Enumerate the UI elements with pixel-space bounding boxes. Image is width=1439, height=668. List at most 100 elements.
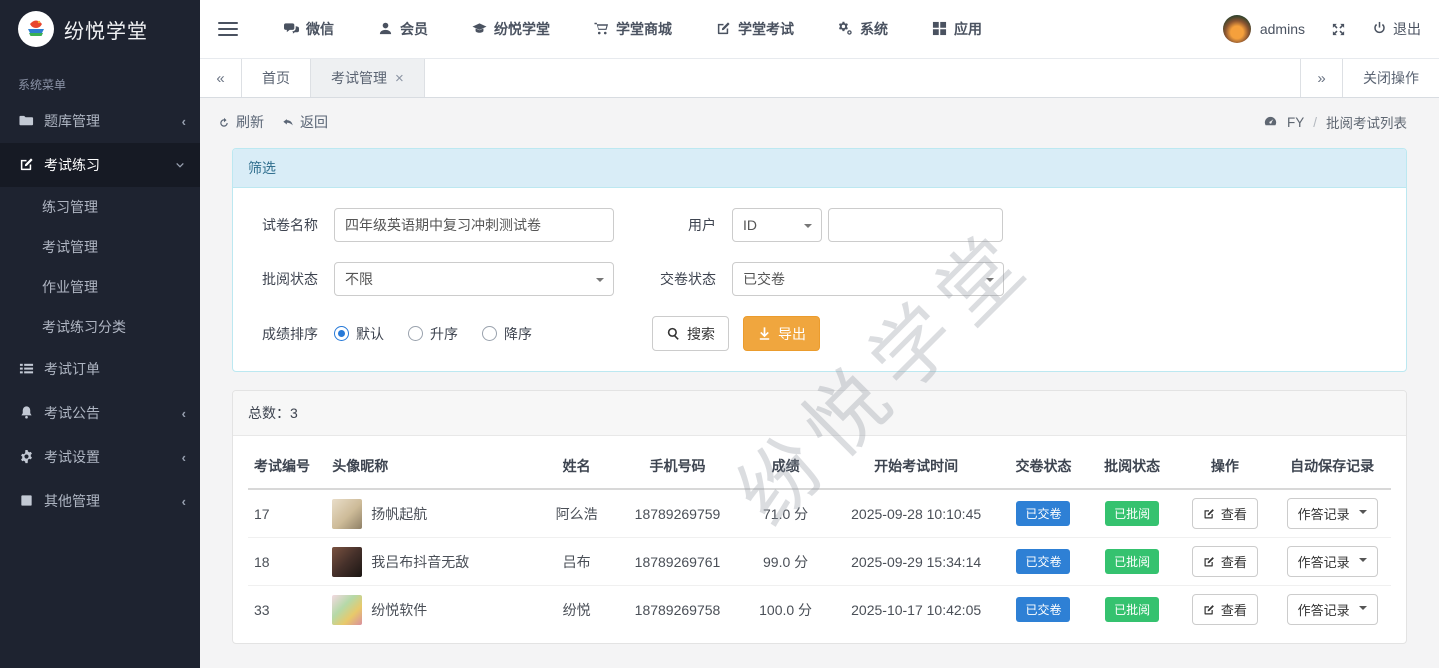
tab-home[interactable]: 首页 xyxy=(242,59,311,97)
dashboard-icon xyxy=(1263,114,1278,130)
logout-button[interactable]: 退出 xyxy=(1372,19,1421,39)
brand-logo-icon xyxy=(18,11,54,47)
fullscreen-icon[interactable] xyxy=(1331,22,1346,37)
phone-number: 18789269758 xyxy=(617,586,738,634)
review-status-select[interactable]: 不限 xyxy=(334,262,614,296)
search-button[interactable]: 搜索 xyxy=(652,316,729,351)
avatar xyxy=(332,547,362,577)
breadcrumb: FY / 批阅考试列表 xyxy=(1263,112,1407,132)
brand-name: 纷悦学堂 xyxy=(64,15,148,44)
sidebar-item-label: 考试公告 xyxy=(44,403,172,423)
paper-name-input[interactable] xyxy=(334,208,614,242)
review-status-label: 批阅状态 xyxy=(248,269,318,289)
search-icon xyxy=(666,326,681,342)
refresh-button[interactable]: 刷新 xyxy=(218,112,264,132)
edit-icon xyxy=(1203,506,1215,521)
sidebar-item-exam-practice[interactable]: 考试练习 xyxy=(0,143,200,187)
main-area: 微信 会员 纷悦学堂 学堂商城 学堂考试 系统 应用 a xyxy=(200,0,1439,668)
table-header-row: 考试编号 头像昵称 姓名 手机号码 成绩 开始考试时间 交卷状态 批阅状态 操作… xyxy=(248,444,1391,489)
user-field-select[interactable]: ID xyxy=(732,208,822,242)
submit-status-select[interactable]: 已交卷 xyxy=(732,262,1004,296)
paper-name-label: 试卷名称 xyxy=(248,215,318,235)
caret-down-icon xyxy=(1359,558,1367,566)
download-arrow-icon xyxy=(757,326,772,342)
sidebar-item-question-bank[interactable]: 题库管理 ‹ xyxy=(0,99,200,143)
back-button[interactable]: 返回 xyxy=(282,112,328,132)
score: 71.0 分 xyxy=(738,489,833,538)
sidebar-item-other-mgmt[interactable]: 其他管理 ‹ xyxy=(0,479,200,523)
answer-record-dropdown[interactable]: 作答记录 xyxy=(1287,594,1378,625)
user-menu[interactable]: admins xyxy=(1223,15,1305,43)
radio-descending[interactable]: 降序 xyxy=(482,324,532,344)
exam-id: 18 xyxy=(248,538,326,586)
review-status-badge: 已批阅 xyxy=(1105,597,1159,622)
nickname: 我吕布抖音无敌 xyxy=(371,552,469,572)
chevron-down-icon xyxy=(174,158,186,173)
nav-item-mall[interactable]: 学堂商城 xyxy=(574,19,692,39)
folder-icon xyxy=(18,113,34,129)
nickname: 扬帆起航 xyxy=(371,504,427,524)
nav-item-apps[interactable]: 应用 xyxy=(912,19,1002,39)
sidebar-item-exam-settings[interactable]: 考试设置 ‹ xyxy=(0,435,200,479)
sidebar-item-exam-orders[interactable]: 考试订单 xyxy=(0,347,200,391)
brand-logo[interactable]: 纷悦学堂 xyxy=(0,0,200,58)
sidebar-item-exam-mgmt[interactable]: 考试管理 xyxy=(0,227,200,267)
view-button[interactable]: 查看 xyxy=(1192,594,1258,625)
caret-down-icon xyxy=(1359,606,1367,614)
score-sort-radio-group: 默认 升序 降序 xyxy=(334,324,532,344)
tabs-scroll-right-button[interactable]: » xyxy=(1300,59,1342,97)
table-row: 17 扬帆起航 阿么浩 18789269759 71.0 分 2025-09-2… xyxy=(248,489,1391,538)
sidebar-item-homework-mgmt[interactable]: 作业管理 xyxy=(0,267,200,307)
nav-item-exams[interactable]: 学堂考试 xyxy=(696,19,814,39)
chevron-left-icon: ‹ xyxy=(182,494,186,509)
submit-status-label: 交卷状态 xyxy=(660,269,716,289)
tabs-scroll-left-button[interactable]: « xyxy=(200,59,242,97)
nav-item-members[interactable]: 会员 xyxy=(358,19,448,39)
sidebar-submenu-exam-practice: 练习管理 考试管理 作业管理 考试练习分类 xyxy=(0,187,200,347)
toolbar: 刷新 返回 FY / 批阅考试列表 xyxy=(200,98,1439,132)
refresh-icon xyxy=(218,114,230,130)
avatar xyxy=(332,595,362,625)
close-icon[interactable]: × xyxy=(395,70,404,87)
sidebar-item-label: 题库管理 xyxy=(44,111,172,131)
breadcrumb-home[interactable]: FY xyxy=(1287,115,1304,130)
nav-item-wechat[interactable]: 微信 xyxy=(264,19,354,39)
real-name: 吕布 xyxy=(536,538,617,586)
sidebar-item-exam-notice[interactable]: 考试公告 ‹ xyxy=(0,391,200,435)
phone-number: 18789269759 xyxy=(617,489,738,538)
radio-ascending[interactable]: 升序 xyxy=(408,324,458,344)
square-icon xyxy=(18,493,34,509)
bell-icon xyxy=(18,405,34,421)
user-icon xyxy=(378,21,393,37)
radio-default[interactable]: 默认 xyxy=(334,324,384,344)
tab-exam-management[interactable]: 考试管理 × xyxy=(311,59,425,97)
gear-icon xyxy=(18,449,34,465)
grid-icon xyxy=(932,21,947,37)
start-time: 2025-09-28 10:10:45 xyxy=(833,489,999,538)
view-button[interactable]: 查看 xyxy=(1192,498,1258,529)
sidebar-item-label: 考试设置 xyxy=(44,447,172,467)
user-value-input[interactable] xyxy=(828,208,1003,242)
exam-results-table: 考试编号 头像昵称 姓名 手机号码 成绩 开始考试时间 交卷状态 批阅状态 操作… xyxy=(248,444,1391,633)
export-button[interactable]: 导出 xyxy=(743,316,820,351)
chevron-left-icon: ‹ xyxy=(182,450,186,465)
menu-toggle-icon[interactable] xyxy=(218,18,238,40)
back-arrow-icon xyxy=(282,114,294,130)
view-button[interactable]: 查看 xyxy=(1192,546,1258,577)
exam-id: 17 xyxy=(248,489,326,538)
sidebar-item-exam-practice-category[interactable]: 考试练习分类 xyxy=(0,307,200,347)
nav-item-academy[interactable]: 纷悦学堂 xyxy=(452,19,570,39)
answer-record-dropdown[interactable]: 作答记录 xyxy=(1287,546,1378,577)
real-name: 纷悦 xyxy=(536,586,617,634)
caret-down-icon xyxy=(1359,510,1367,518)
sidebar-item-practice-mgmt[interactable]: 练习管理 xyxy=(0,187,200,227)
answer-record-dropdown[interactable]: 作答记录 xyxy=(1287,498,1378,529)
nav-item-system[interactable]: 系统 xyxy=(818,19,908,39)
close-operations-button[interactable]: 关闭操作 xyxy=(1342,59,1439,97)
table-row: 33 纷悦软件 纷悦 18789269758 100.0 分 2025-10-1… xyxy=(248,586,1391,634)
content-area: 纷悦学堂 刷新 返回 FY / 批阅考试列表 筛选 xyxy=(200,98,1439,668)
nickname: 纷悦软件 xyxy=(371,600,427,620)
real-name: 阿么浩 xyxy=(536,489,617,538)
sidebar-section-label: 系统菜单 xyxy=(0,58,200,99)
filter-panel: 筛选 试卷名称 用户 ID 批阅状态 不限 交卷状态 已交卷 成绩排序 xyxy=(232,148,1407,372)
